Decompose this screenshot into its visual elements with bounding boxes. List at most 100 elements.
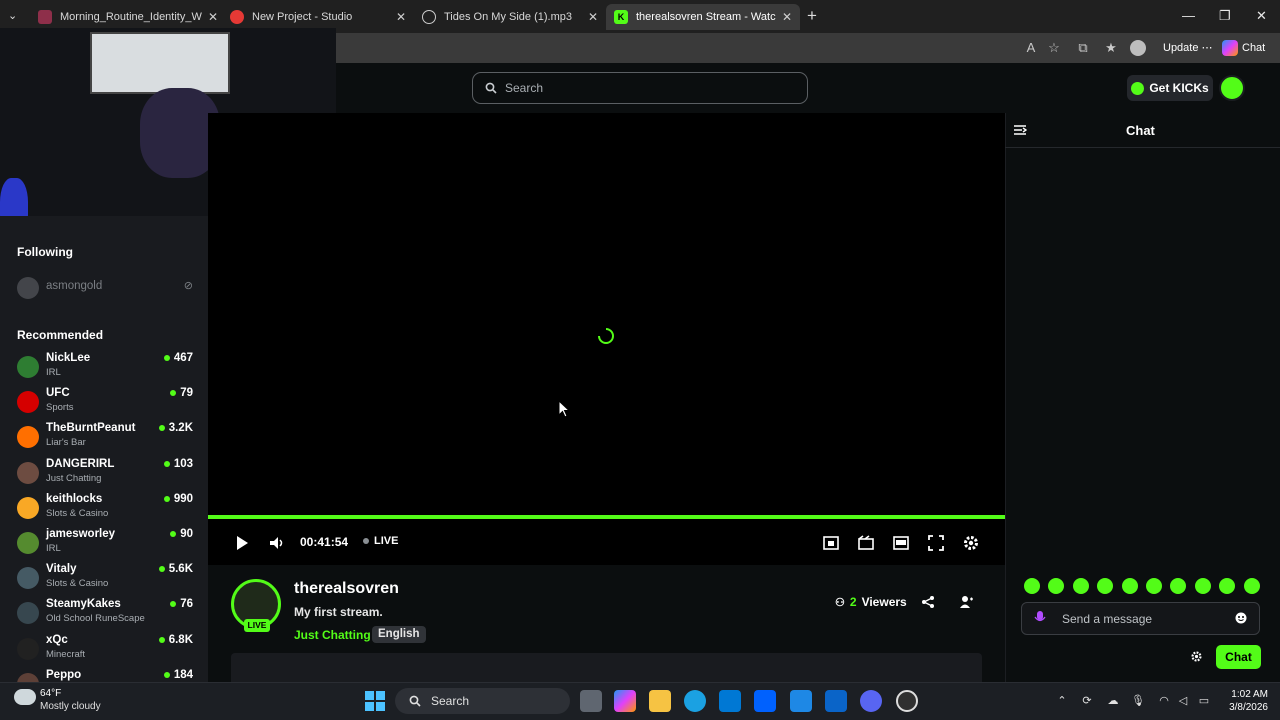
emote-icon[interactable] — [1243, 578, 1260, 594]
favorites-icon[interactable]: ★ — [1103, 40, 1119, 56]
clip-icon[interactable] — [857, 534, 875, 552]
sidebar-item-channel[interactable]: DANGERIRL Just Chatting 103 — [17, 458, 197, 492]
message-placeholder: Send a message — [1062, 611, 1153, 626]
show-hidden-icons-icon[interactable]: ⌃ — [1055, 694, 1069, 708]
microphone-tray-icon[interactable]: 🎙 — [1131, 694, 1145, 708]
emote-icon[interactable] — [1121, 578, 1138, 594]
microphone-icon[interactable] — [1034, 611, 1046, 625]
wifi-icon[interactable]: ◠ — [1157, 694, 1171, 708]
close-tab-icon[interactable]: ✕ — [396, 10, 406, 24]
sidebar-item-channel[interactable]: NickLee IRL 467 — [17, 352, 197, 386]
live-dot-icon — [170, 601, 177, 608]
emote-icon[interactable] — [1072, 578, 1089, 594]
weather-icon[interactable] — [14, 689, 36, 705]
sidebar-item-channel[interactable]: TheBurntPeanut Liar's Bar 3.2K — [17, 422, 197, 456]
sidebar-item-channel[interactable]: jamesworley IRL 90 — [17, 528, 197, 562]
clock-date[interactable]: 3/8/2026 — [1220, 702, 1268, 713]
task-view-icon[interactable] — [580, 690, 602, 712]
emote-icon[interactable] — [1024, 578, 1040, 594]
new-tab-icon[interactable]: + — [807, 6, 817, 26]
copilot-app-icon[interactable] — [614, 690, 636, 712]
settings-gear-icon[interactable] — [962, 534, 980, 552]
close-tab-icon[interactable]: ✕ — [208, 10, 218, 24]
obs-studio-icon[interactable] — [896, 690, 918, 712]
browser-tab[interactable]: New Project - Studio ✕ — [222, 4, 414, 30]
restore-icon[interactable]: ❐ — [1219, 8, 1231, 24]
read-aloud-icon[interactable]: A — [1023, 40, 1039, 56]
sidebar-item-channel[interactable]: keithlocks Slots & Casino 990 — [17, 493, 197, 527]
viewer-number: 79 — [180, 387, 193, 400]
sidebar-item-following[interactable]: asmongold ⊘ — [17, 276, 197, 310]
user-avatar[interactable] — [1219, 75, 1245, 101]
chat-panel — [1005, 113, 1280, 682]
live-indicator[interactable]: LIVE — [363, 535, 398, 547]
weather-temperature[interactable]: 64°F — [40, 688, 61, 699]
weather-description[interactable]: Mostly cloudy — [40, 701, 101, 712]
language-tag[interactable]: English — [372, 626, 426, 643]
avatar — [17, 277, 39, 299]
avatar — [17, 637, 39, 660]
clock-time[interactable]: 1:02 AM — [1226, 689, 1268, 700]
dropbox-icon[interactable] — [754, 690, 776, 712]
recommended-heading: Recommended — [17, 328, 104, 342]
battery-icon[interactable]: ▭ — [1197, 694, 1211, 708]
get-kicks-button[interactable]: Get KICKs — [1127, 75, 1213, 101]
update-button[interactable]: Update ⋯ — [1157, 38, 1219, 58]
progress-bar[interactable] — [208, 515, 1005, 519]
send-chat-button[interactable]: Chat — [1216, 645, 1261, 669]
close-tab-icon[interactable]: ✕ — [588, 10, 598, 24]
sidebar-item-channel[interactable]: SteamyKakes Old School RuneScape 76 — [17, 598, 197, 632]
taskbar-search[interactable]: Search — [395, 688, 570, 714]
browser-tab[interactable]: Tides On My Side (1).mp3 ✕ — [414, 4, 606, 30]
live-label: LIVE — [374, 535, 399, 547]
share-icon[interactable] — [921, 595, 935, 609]
volume-icon[interactable] — [268, 534, 286, 552]
sidebar-item-channel[interactable]: Vitaly Slots & Casino 5.6K — [17, 563, 197, 597]
window-close-icon[interactable]: ✕ — [1256, 8, 1267, 24]
avatar — [17, 496, 39, 519]
live-dot-icon — [158, 566, 165, 573]
edge-browser-icon[interactable] — [684, 690, 706, 712]
emote-icon[interactable] — [1194, 578, 1211, 594]
windows-start-icon[interactable] — [365, 691, 385, 711]
channel-category: Just Chatting — [46, 472, 102, 484]
fullscreen-icon[interactable] — [927, 534, 945, 552]
chat-settings-gear-icon[interactable] — [1190, 650, 1203, 663]
outlook-icon[interactable] — [825, 690, 847, 712]
extensions-icon[interactable]: ⧉ — [1075, 40, 1091, 56]
emote-icon[interactable] — [1146, 578, 1162, 594]
chat-message-input[interactable]: Send a message — [1021, 602, 1260, 635]
sidebar-item-channel[interactable]: UFC Sports 79 — [17, 387, 197, 421]
discord-icon[interactable] — [860, 690, 882, 712]
speaker-icon[interactable]: ◁ — [1176, 694, 1190, 708]
viewers-label: Viewers — [861, 595, 907, 609]
profile-icon[interactable] — [1130, 40, 1146, 56]
tab-list-dropdown[interactable]: ⌄ — [8, 9, 17, 22]
favorite-star-icon[interactable]: ☆ — [1046, 40, 1062, 56]
follow-user-icon[interactable] — [959, 595, 973, 609]
update-label: Update — [1163, 42, 1199, 54]
channel-category: Sports — [46, 402, 74, 414]
miniplayer-icon[interactable] — [822, 534, 840, 552]
theater-mode-icon[interactable] — [892, 534, 910, 552]
close-tab-icon[interactable]: ✕ — [782, 10, 792, 24]
collapse-chat-icon[interactable] — [1013, 123, 1027, 137]
tab-title: Morning_Routine_Identity_Wallpaper — [60, 11, 202, 23]
file-explorer-icon[interactable] — [649, 690, 671, 712]
microsoft-store-icon[interactable] — [719, 690, 741, 712]
minimize-icon[interactable]: — — [1182, 8, 1195, 23]
sync-icon[interactable]: ⟳ — [1080, 694, 1094, 708]
channel-category: Old School RuneScape — [46, 613, 145, 625]
sidebar-item-channel[interactable]: xQc Minecraft 6.8K — [17, 634, 197, 668]
streamer-name[interactable]: therealsovren — [294, 580, 399, 598]
stream-category-link[interactable]: Just Chatting — [294, 628, 371, 642]
calendar-icon[interactable] — [790, 690, 812, 712]
play-icon[interactable] — [233, 534, 251, 552]
browser-tab-active[interactable]: K therealsovren Stream - Watch Live ✕ — [606, 4, 800, 30]
search-input[interactable]: Search — [472, 72, 808, 104]
onedrive-icon[interactable]: ☁ — [1106, 694, 1120, 708]
viewer-number: 103 — [173, 457, 193, 470]
emoji-icon[interactable] — [1235, 612, 1247, 624]
browser-tab[interactable]: Morning_Routine_Identity_Wallpaper ✕ — [30, 4, 226, 30]
copilot-chat-button[interactable]: Chat — [1222, 38, 1265, 58]
